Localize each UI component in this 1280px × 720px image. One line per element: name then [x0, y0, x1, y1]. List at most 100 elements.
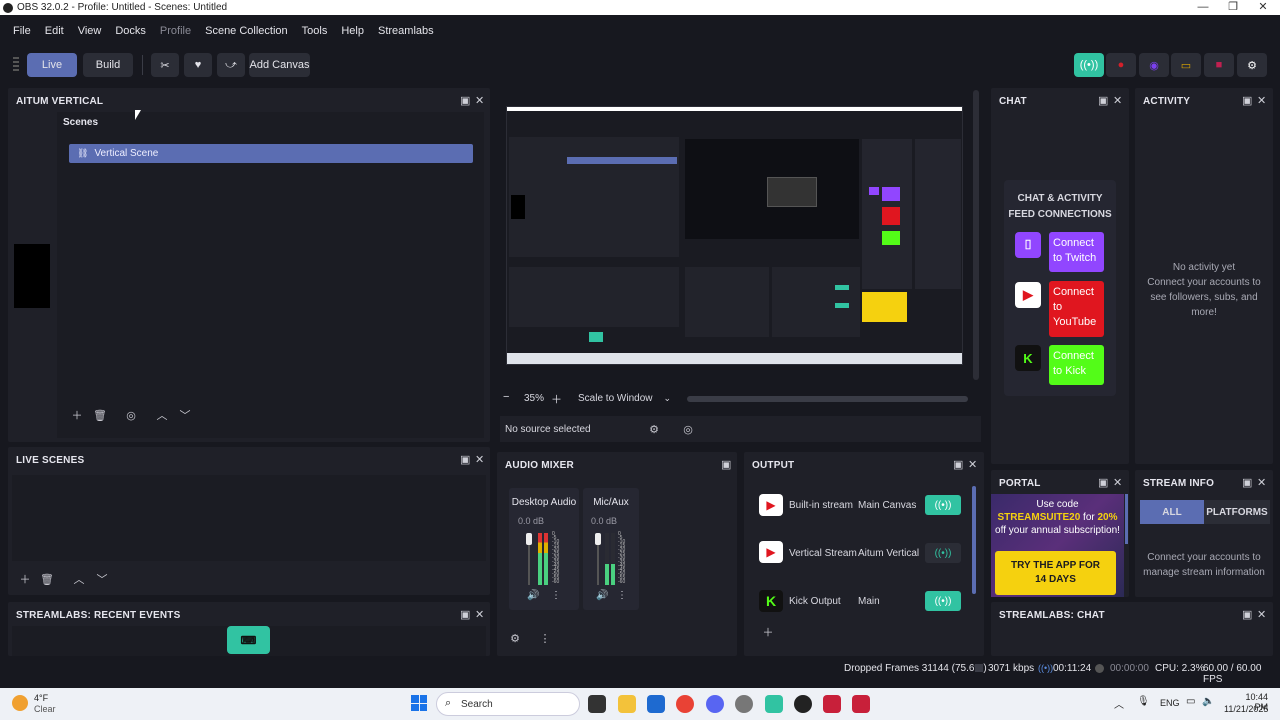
filter-icon[interactable]: ◎ — [122, 406, 140, 424]
microphone-icon[interactable]: 🎙 — [1137, 696, 1150, 707]
output-toggle-button[interactable]: ((•)) — [925, 495, 961, 515]
source-filters-icon[interactable]: ◎ — [679, 420, 697, 438]
move-down-icon[interactable]: ﹀ — [176, 406, 194, 424]
float-dock-icon[interactable]: ▣ — [953, 459, 963, 471]
task-view-icon[interactable] — [588, 695, 606, 713]
scene-item[interactable]: ⛓ Vertical Scene — [69, 144, 473, 163]
delete-live-scene-icon[interactable]: 🗑 — [38, 570, 56, 588]
float-dock-icon[interactable]: ▣ — [460, 454, 470, 466]
mixer-menu-icon[interactable]: ⋮ — [536, 629, 554, 647]
add-output-icon[interactable]: ＋ — [759, 623, 777, 641]
close-dock-icon[interactable]: ✕ — [1257, 477, 1266, 489]
close-dock-icon[interactable]: ✕ — [1257, 609, 1266, 621]
output-toggle-button[interactable]: ((•)) — [925, 543, 961, 563]
windows-start-icon[interactable] — [411, 695, 427, 711]
heart-icon[interactable]: ♥ — [184, 53, 212, 77]
clock-date[interactable]: 11/21/2025 — [1224, 704, 1268, 714]
main-preview-canvas[interactable] — [506, 106, 963, 365]
drag-handle-icon[interactable] — [13, 57, 19, 73]
settings-icon[interactable] — [735, 695, 753, 713]
streamlabs-taskbar-icon[interactable] — [765, 695, 783, 713]
close-dock-icon[interactable]: ✕ — [475, 609, 484, 621]
stream-button[interactable]: ((•)) — [1074, 53, 1104, 77]
zoom-in-icon[interactable]: ＋ — [551, 391, 562, 407]
close-dock-icon[interactable]: ✕ — [1257, 95, 1266, 107]
add-scene-icon[interactable]: ＋ — [68, 406, 86, 424]
channel-menu-icon[interactable]: ⋮ — [551, 590, 561, 601]
delete-scene-icon[interactable]: 🗑 — [91, 406, 109, 424]
menu-docks[interactable]: Docks — [115, 25, 146, 37]
vertical-canvas-preview[interactable] — [14, 244, 50, 308]
volume-fader[interactable] — [526, 533, 532, 545]
float-dock-icon[interactable]: ▣ — [1242, 95, 1252, 107]
zoom-out-icon[interactable]: − — [503, 391, 509, 403]
float-dock-icon[interactable]: ▣ — [1242, 609, 1252, 621]
float-dock-icon[interactable]: ▣ — [721, 459, 731, 471]
menu-help[interactable]: Help — [341, 25, 364, 37]
close-dock-icon[interactable]: ✕ — [1113, 477, 1122, 489]
plugin-icon[interactable]: ⤻ — [217, 53, 245, 77]
volume-fader[interactable] — [595, 533, 601, 545]
tray-expand-icon[interactable]: ︿ — [1114, 696, 1124, 711]
app-taskbar-icon-2[interactable] — [852, 695, 870, 713]
output-scrollbar[interactable] — [972, 486, 976, 594]
network-icon[interactable]: ▭ — [1186, 696, 1195, 707]
float-dock-icon[interactable]: ▣ — [460, 95, 470, 107]
live-mode-button[interactable]: Live — [27, 53, 77, 77]
preview-vertical-scrollbar[interactable] — [973, 90, 979, 380]
chrome-icon[interactable] — [676, 695, 694, 713]
add-canvas-button[interactable]: Add Canvas — [249, 53, 310, 77]
close-icon[interactable]: ✕ — [1248, 0, 1278, 15]
mixer-settings-icon[interactable]: ⚙ — [506, 629, 524, 647]
source-properties-icon[interactable]: ⚙ — [645, 420, 663, 438]
volume-icon[interactable]: 🔈 — [1202, 696, 1214, 707]
menu-streamlabs[interactable]: Streamlabs — [378, 25, 434, 37]
language-indicator[interactable]: ENG — [1160, 698, 1180, 708]
minimize-icon[interactable]: — — [1188, 0, 1218, 15]
tab-platforms[interactable]: PLATFORMS — [1204, 500, 1270, 524]
portal-scrollbar[interactable] — [1125, 494, 1128, 544]
obs-taskbar-icon[interactable] — [794, 695, 812, 713]
discord-icon[interactable] — [706, 695, 724, 713]
file-explorer-icon[interactable] — [618, 695, 636, 713]
menu-file[interactable]: File — [13, 25, 31, 37]
add-live-scene-icon[interactable]: ＋ — [16, 570, 34, 588]
weather-icon[interactable] — [12, 695, 28, 711]
close-dock-icon[interactable]: ✕ — [475, 95, 484, 107]
menu-profile[interactable]: Profile — [160, 25, 191, 37]
tools-icon[interactable]: ✂ — [151, 53, 179, 77]
try-app-button[interactable]: TRY THE APP FOR 14 DAYS — [995, 551, 1116, 595]
app-taskbar-icon[interactable] — [823, 695, 841, 713]
float-dock-icon[interactable]: ▣ — [1098, 477, 1108, 489]
close-dock-icon[interactable]: ✕ — [1113, 95, 1122, 107]
float-dock-icon[interactable]: ▣ — [1098, 95, 1108, 107]
preview-horizontal-scrollbar[interactable] — [687, 396, 968, 402]
connect-kick-button[interactable]: Connect to Kick — [1049, 345, 1104, 385]
float-dock-icon[interactable]: ▣ — [460, 609, 470, 621]
move-down-icon[interactable]: ﹀ — [93, 570, 111, 588]
menu-edit[interactable]: Edit — [45, 25, 64, 37]
taskbar-search[interactable]: ⌕ Search — [436, 692, 580, 716]
virtual-camera-icon[interactable]: ▭ — [1171, 53, 1201, 77]
store-icon[interactable] — [647, 695, 665, 713]
channel-menu-icon[interactable]: ⋮ — [617, 590, 627, 601]
output-toggle-button[interactable]: ((•)) — [925, 591, 961, 611]
speaker-icon[interactable]: 🔊 — [596, 590, 608, 601]
speaker-icon[interactable]: 🔊 — [527, 590, 539, 601]
maximize-icon[interactable]: ❐ — [1218, 0, 1248, 15]
move-up-icon[interactable]: ︿ — [153, 406, 171, 424]
scale-mode-select[interactable]: Scale to Window ⌄ — [572, 388, 676, 409]
menu-view[interactable]: View — [78, 25, 102, 37]
tab-all[interactable]: ALL — [1140, 500, 1204, 524]
build-mode-button[interactable]: Build — [83, 53, 133, 77]
settings-gear-icon[interactable]: ⚙ — [1237, 53, 1267, 77]
connect-twitch-button[interactable]: Connect to Twitch — [1049, 232, 1104, 272]
menu-tools[interactable]: Tools — [302, 25, 328, 37]
record-icon[interactable]: ● — [1106, 53, 1136, 77]
studio-mode-icon[interactable]: ■ — [1204, 53, 1234, 77]
replay-buffer-icon[interactable]: ◉ — [1139, 53, 1169, 77]
close-dock-icon[interactable]: ✕ — [968, 459, 977, 471]
menu-scene-collection[interactable]: Scene Collection — [205, 25, 288, 37]
close-dock-icon[interactable]: ✕ — [475, 454, 484, 466]
float-dock-icon[interactable]: ▣ — [1242, 477, 1252, 489]
